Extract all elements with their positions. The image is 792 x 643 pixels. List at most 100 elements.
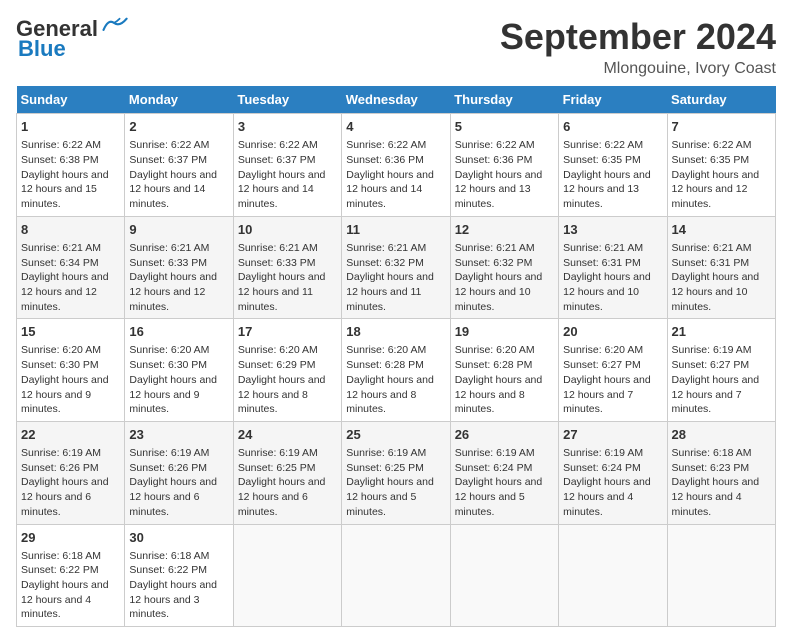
day-number: 4 [346, 118, 445, 136]
calendar-cell: 2 Sunrise: 6:22 AMSunset: 6:37 PMDaylight… [125, 114, 233, 217]
calendar-cell: 1 Sunrise: 6:22 AMSunset: 6:38 PMDaylight… [17, 114, 125, 217]
calendar-cell: 14 Sunrise: 6:21 AMSunset: 6:31 PMDayligh… [667, 216, 775, 319]
day-number: 26 [455, 426, 554, 444]
calendar-cell: 9 Sunrise: 6:21 AMSunset: 6:33 PMDaylight… [125, 216, 233, 319]
col-header-monday: Monday [125, 86, 233, 114]
day-info: Sunrise: 6:22 AMSunset: 6:37 PMDaylight … [238, 138, 337, 211]
day-info: Sunrise: 6:19 AMSunset: 6:26 PMDaylight … [129, 446, 228, 519]
day-info: Sunrise: 6:20 AMSunset: 6:30 PMDaylight … [21, 343, 120, 416]
day-number: 30 [129, 529, 228, 547]
calendar-cell [667, 524, 775, 627]
title-area: September 2024 Mlongouine, Ivory Coast [500, 16, 776, 78]
calendar-cell: 7Sunrise: 6:22 AMSunset: 6:35 PMDaylight… [667, 114, 775, 217]
col-header-wednesday: Wednesday [342, 86, 450, 114]
day-info: Sunrise: 6:21 AMSunset: 6:34 PMDaylight … [21, 241, 120, 314]
day-number: 18 [346, 323, 445, 341]
day-number: 17 [238, 323, 337, 341]
calendar-cell: 12 Sunrise: 6:21 AMSunset: 6:32 PMDayligh… [450, 216, 558, 319]
day-info: Sunrise: 6:19 AMSunset: 6:24 PMDaylight … [563, 446, 662, 519]
calendar-cell [450, 524, 558, 627]
calendar-week-row: 8 Sunrise: 6:21 AMSunset: 6:34 PMDaylight… [17, 216, 776, 319]
day-number: 11 [346, 221, 445, 239]
day-number: 8 [21, 221, 120, 239]
calendar-cell: 15 Sunrise: 6:20 AMSunset: 6:30 PMDayligh… [17, 319, 125, 422]
calendar-cell: 22 Sunrise: 6:19 AMSunset: 6:26 PMDayligh… [17, 421, 125, 524]
calendar-table: SundayMondayTuesdayWednesdayThursdayFrid… [16, 86, 776, 627]
calendar-cell: 20Sunrise: 6:20 AMSunset: 6:27 PMDayligh… [559, 319, 667, 422]
day-number: 14 [672, 221, 771, 239]
col-header-tuesday: Tuesday [233, 86, 341, 114]
calendar-cell [233, 524, 341, 627]
day-number: 19 [455, 323, 554, 341]
calendar-week-row: 15 Sunrise: 6:20 AMSunset: 6:30 PMDayligh… [17, 319, 776, 422]
day-number: 9 [129, 221, 228, 239]
logo: General Blue [16, 16, 128, 62]
day-number: 22 [21, 426, 120, 444]
day-number: 7 [672, 118, 771, 136]
calendar-cell: 30Sunrise: 6:18 AMSunset: 6:22 PMDayligh… [125, 524, 233, 627]
day-info: Sunrise: 6:21 AMSunset: 6:33 PMDaylight … [129, 241, 228, 314]
day-info: Sunrise: 6:19 AMSunset: 6:24 PMDaylight … [455, 446, 554, 519]
calendar-cell: 23 Sunrise: 6:19 AMSunset: 6:26 PMDayligh… [125, 421, 233, 524]
calendar-cell: 17 Sunrise: 6:20 AMSunset: 6:29 PMDayligh… [233, 319, 341, 422]
calendar-cell: 5Sunrise: 6:22 AMSunset: 6:36 PMDaylight… [450, 114, 558, 217]
day-info: Sunrise: 6:19 AMSunset: 6:26 PMDaylight … [21, 446, 120, 519]
day-number: 12 [455, 221, 554, 239]
calendar-week-row: 22 Sunrise: 6:19 AMSunset: 6:26 PMDayligh… [17, 421, 776, 524]
day-number: 15 [21, 323, 120, 341]
day-info: Sunrise: 6:20 AMSunset: 6:27 PMDaylight … [563, 343, 662, 416]
day-info: Sunrise: 6:21 AMSunset: 6:32 PMDaylight … [346, 241, 445, 314]
day-info: Sunrise: 6:19 AMSunset: 6:27 PMDaylight … [672, 343, 771, 416]
col-header-friday: Friday [559, 86, 667, 114]
calendar-cell [342, 524, 450, 627]
calendar-header-row: SundayMondayTuesdayWednesdayThursdayFrid… [17, 86, 776, 114]
calendar-cell: 6Sunrise: 6:22 AMSunset: 6:35 PMDaylight… [559, 114, 667, 217]
day-number: 24 [238, 426, 337, 444]
day-number: 13 [563, 221, 662, 239]
calendar-cell: 24 Sunrise: 6:19 AMSunset: 6:25 PMDayligh… [233, 421, 341, 524]
calendar-cell: 21 Sunrise: 6:19 AMSunset: 6:27 PMDayligh… [667, 319, 775, 422]
col-header-saturday: Saturday [667, 86, 775, 114]
day-info: Sunrise: 6:19 AMSunset: 6:25 PMDaylight … [238, 446, 337, 519]
calendar-cell: 19 Sunrise: 6:20 AMSunset: 6:28 PMDayligh… [450, 319, 558, 422]
day-info: Sunrise: 6:20 AMSunset: 6:28 PMDaylight … [346, 343, 445, 416]
day-info: Sunrise: 6:18 AMSunset: 6:23 PMDaylight … [672, 446, 771, 519]
day-number: 3 [238, 118, 337, 136]
day-info: Sunrise: 6:21 AMSunset: 6:32 PMDaylight … [455, 241, 554, 314]
month-title: September 2024 [500, 16, 776, 58]
calendar-cell: 10Sunrise: 6:21 AMSunset: 6:33 PMDayligh… [233, 216, 341, 319]
calendar-cell: 4 Sunrise: 6:22 AMSunset: 6:36 PMDaylight… [342, 114, 450, 217]
calendar-week-row: 1 Sunrise: 6:22 AMSunset: 6:38 PMDaylight… [17, 114, 776, 217]
day-info: Sunrise: 6:19 AMSunset: 6:25 PMDaylight … [346, 446, 445, 519]
calendar-cell: 25Sunrise: 6:19 AMSunset: 6:25 PMDayligh… [342, 421, 450, 524]
day-info: Sunrise: 6:22 AMSunset: 6:36 PMDaylight … [346, 138, 445, 211]
day-number: 23 [129, 426, 228, 444]
calendar-cell: 28 Sunrise: 6:18 AMSunset: 6:23 PMDayligh… [667, 421, 775, 524]
logo-blue: Blue [18, 36, 66, 62]
day-info: Sunrise: 6:21 AMSunset: 6:31 PMDaylight … [672, 241, 771, 314]
day-number: 21 [672, 323, 771, 341]
location-subtitle: Mlongouine, Ivory Coast [500, 60, 776, 78]
day-number: 10 [238, 221, 337, 239]
logo-bird-icon [100, 16, 128, 34]
day-number: 2 [129, 118, 228, 136]
col-header-sunday: Sunday [17, 86, 125, 114]
day-number: 29 [21, 529, 120, 547]
calendar-cell: 18 Sunrise: 6:20 AMSunset: 6:28 PMDayligh… [342, 319, 450, 422]
day-info: Sunrise: 6:22 AMSunset: 6:37 PMDaylight … [129, 138, 228, 211]
day-info: Sunrise: 6:20 AMSunset: 6:29 PMDaylight … [238, 343, 337, 416]
day-number: 27 [563, 426, 662, 444]
day-number: 28 [672, 426, 771, 444]
calendar-cell: 3 Sunrise: 6:22 AMSunset: 6:37 PMDaylight… [233, 114, 341, 217]
day-info: Sunrise: 6:22 AMSunset: 6:38 PMDaylight … [21, 138, 120, 211]
day-number: 1 [21, 118, 120, 136]
calendar-cell: 29Sunrise: 6:18 AMSunset: 6:22 PMDayligh… [17, 524, 125, 627]
day-info: Sunrise: 6:20 AMSunset: 6:30 PMDaylight … [129, 343, 228, 416]
calendar-cell: 27 Sunrise: 6:19 AMSunset: 6:24 PMDayligh… [559, 421, 667, 524]
calendar-week-row: 29Sunrise: 6:18 AMSunset: 6:22 PMDayligh… [17, 524, 776, 627]
day-info: Sunrise: 6:21 AMSunset: 6:31 PMDaylight … [563, 241, 662, 314]
day-number: 6 [563, 118, 662, 136]
day-info: Sunrise: 6:20 AMSunset: 6:28 PMDaylight … [455, 343, 554, 416]
day-number: 5 [455, 118, 554, 136]
day-number: 16 [129, 323, 228, 341]
